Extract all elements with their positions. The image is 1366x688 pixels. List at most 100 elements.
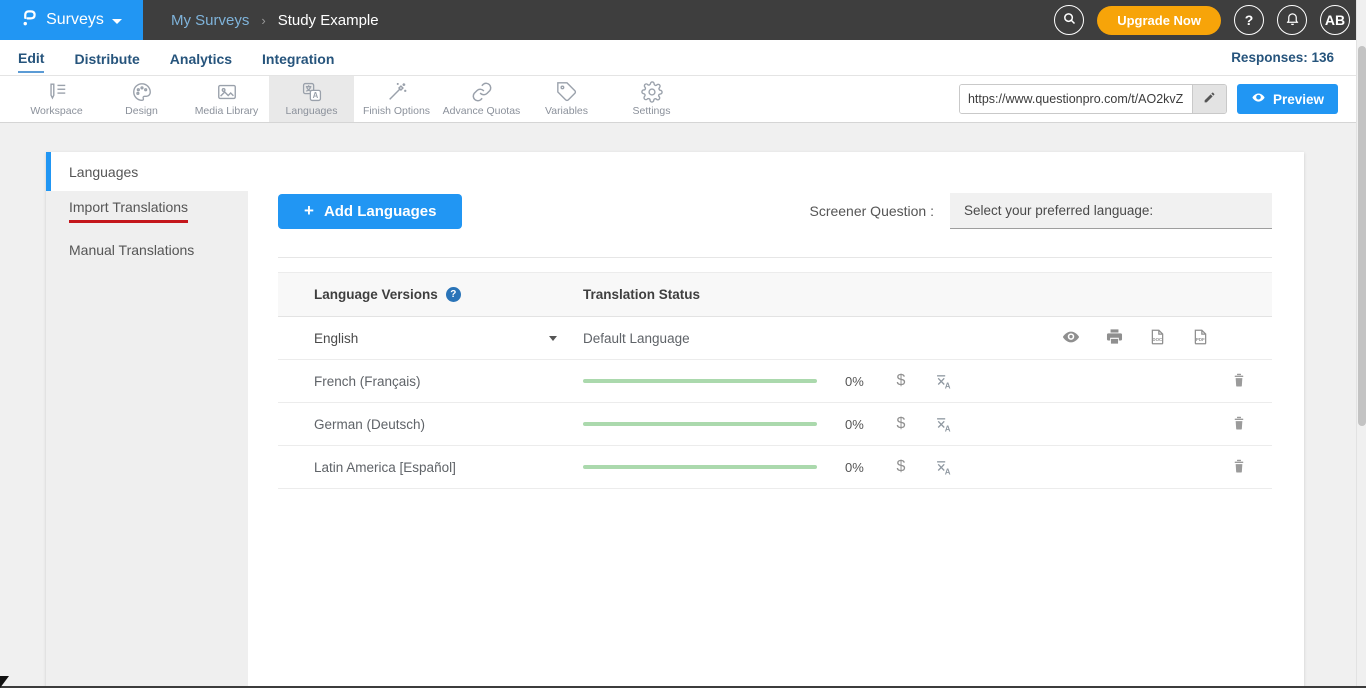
table-row-english: English Default Language <box>278 317 1272 360</box>
sidebar-item-import-translations[interactable]: Import Translations <box>46 191 248 230</box>
surveys-menu[interactable]: Surveys <box>0 0 143 40</box>
toolbar-right: Preview <box>959 76 1366 122</box>
languages-card: Languages Import Translations Manual Tra… <box>46 152 1304 688</box>
help-button[interactable]: ? <box>1234 5 1264 35</box>
header-language-versions: Language Versions ? <box>278 287 583 302</box>
default-language-status: Default Language <box>583 327 1272 350</box>
upgrade-now-button[interactable]: Upgrade Now <box>1097 6 1221 35</box>
delete-language-button[interactable] <box>1231 414 1247 435</box>
content-area: Languages Import Translations Manual Tra… <box>0 123 1366 688</box>
tab-integration[interactable]: Integration <box>262 44 334 72</box>
languages-panel: + Add Languages Screener Question : Sele… <box>248 152 1304 688</box>
breadcrumb-my-surveys[interactable]: My Surveys <box>171 12 249 29</box>
export-doc-button[interactable]: DOC <box>1148 327 1167 350</box>
add-languages-button[interactable]: + Add Languages <box>278 194 462 229</box>
table-row-french: French (Français) 0% $ A <box>278 360 1272 403</box>
screener-question-label: Screener Question : <box>809 203 934 219</box>
language-versions-table: Language Versions ? Translation Status E… <box>278 272 1272 489</box>
responses-count[interactable]: Responses: 136 <box>1231 50 1334 65</box>
paid-translation-icon[interactable]: $ <box>893 415 909 433</box>
palette-icon <box>131 81 153 103</box>
breadcrumb-current: Study Example <box>278 12 379 29</box>
app-window: Surveys My Surveys › Study Example Upgra… <box>0 0 1366 688</box>
breadcrumb: My Surveys › Study Example <box>171 12 379 29</box>
tab-edit[interactable]: Edit <box>18 43 44 73</box>
delete-language-button[interactable] <box>1231 457 1247 478</box>
avatar[interactable]: AB <box>1320 5 1350 35</box>
table-header-row: Language Versions ? Translation Status <box>278 272 1272 317</box>
edit-url-button[interactable] <box>1192 85 1226 113</box>
translation-progress-bar <box>583 422 817 426</box>
eye-icon <box>1251 90 1266 108</box>
eye-icon <box>1061 327 1081 350</box>
top-header: Surveys My Surveys › Study Example Upgra… <box>0 0 1366 40</box>
sidebar-item-languages[interactable]: Languages <box>46 152 248 191</box>
tab-distribute[interactable]: Distribute <box>74 44 139 72</box>
gear-icon <box>641 81 663 103</box>
svg-text:DOC: DOC <box>1152 336 1163 341</box>
pencil-icon <box>1203 91 1216 107</box>
default-language-dropdown[interactable]: English <box>278 331 583 346</box>
survey-url-box <box>959 84 1227 114</box>
translation-progress-bar <box>583 379 817 383</box>
main-nav: Edit Distribute Analytics Integration Re… <box>0 40 1366 76</box>
progress-percent: 0% <box>845 460 873 475</box>
screener-question-select[interactable]: Select your preferred language: <box>950 193 1272 229</box>
bell-icon <box>1285 11 1300 29</box>
paid-translation-icon[interactable]: $ <box>893 372 909 390</box>
search-button[interactable] <box>1054 5 1084 35</box>
link-icon <box>471 81 493 103</box>
progress-percent: 0% <box>845 374 873 389</box>
brand-label: Surveys <box>46 11 104 29</box>
survey-url-input[interactable] <box>960 85 1192 113</box>
toolbar-item-languages[interactable]: A Languages <box>269 76 354 122</box>
auto-translate-icon[interactable]: A <box>935 459 952 476</box>
toolbar-item-media-library[interactable]: Media Library <box>184 76 269 122</box>
edit-toolbar: Workspace Design Media Library <box>0 76 1366 123</box>
svg-text:A: A <box>945 424 951 433</box>
svg-text:A: A <box>945 467 951 476</box>
image-icon <box>216 81 238 103</box>
magic-wand-icon <box>386 81 408 103</box>
help-icon[interactable]: ? <box>446 287 461 302</box>
header-actions: Upgrade Now ? AB <box>1054 5 1366 35</box>
settings-sidebar: Languages Import Translations Manual Tra… <box>46 152 248 688</box>
toolbar-item-advance-quotas[interactable]: Advance Quotas <box>439 76 524 122</box>
auto-translate-icon[interactable]: A <box>935 373 952 390</box>
section-divider <box>278 257 1272 258</box>
pdf-file-icon: PDF <box>1191 327 1210 350</box>
toolbar-item-design[interactable]: Design <box>99 76 184 122</box>
tab-analytics[interactable]: Analytics <box>170 44 232 72</box>
translation-progress-bar <box>583 465 817 469</box>
screener-question-group: Screener Question : Select your preferre… <box>809 193 1272 229</box>
svg-text:PDF: PDF <box>1196 336 1205 341</box>
sidebar-item-manual-translations[interactable]: Manual Translations <box>46 230 248 269</box>
table-row-german: German (Deutsch) 0% $ A <box>278 403 1272 446</box>
toolbar-item-finish-options[interactable]: Finish Options <box>354 76 439 122</box>
scrollbar-thumb[interactable] <box>1358 46 1366 426</box>
toolbar-item-workspace[interactable]: Workspace <box>14 76 99 122</box>
header-translation-status: Translation Status <box>583 287 1272 302</box>
paid-translation-icon[interactable]: $ <box>893 458 909 476</box>
toolbar-item-variables[interactable]: Variables <box>524 76 609 122</box>
svg-text:A: A <box>312 91 318 100</box>
chevron-down-icon <box>549 336 557 341</box>
toolbar-item-settings[interactable]: Settings <box>609 76 694 122</box>
notifications-button[interactable] <box>1277 5 1307 35</box>
page-scrollbar[interactable] <box>1356 0 1366 688</box>
view-button[interactable] <box>1061 327 1081 350</box>
workspace-icon <box>46 81 68 103</box>
languages-icon: A <box>301 81 323 103</box>
progress-percent: 0% <box>845 417 873 432</box>
trash-icon <box>1231 371 1247 392</box>
search-icon <box>1062 11 1077 29</box>
preview-button[interactable]: Preview <box>1237 84 1338 114</box>
questionpro-logo-icon <box>21 7 38 33</box>
print-button[interactable] <box>1105 327 1124 349</box>
auto-translate-icon[interactable]: A <box>935 416 952 433</box>
panel-top: + Add Languages Screener Question : Sele… <box>278 193 1272 229</box>
delete-language-button[interactable] <box>1231 371 1247 392</box>
trash-icon <box>1231 414 1247 435</box>
mouse-cursor <box>0 676 9 688</box>
export-pdf-button[interactable]: PDF <box>1191 327 1210 350</box>
